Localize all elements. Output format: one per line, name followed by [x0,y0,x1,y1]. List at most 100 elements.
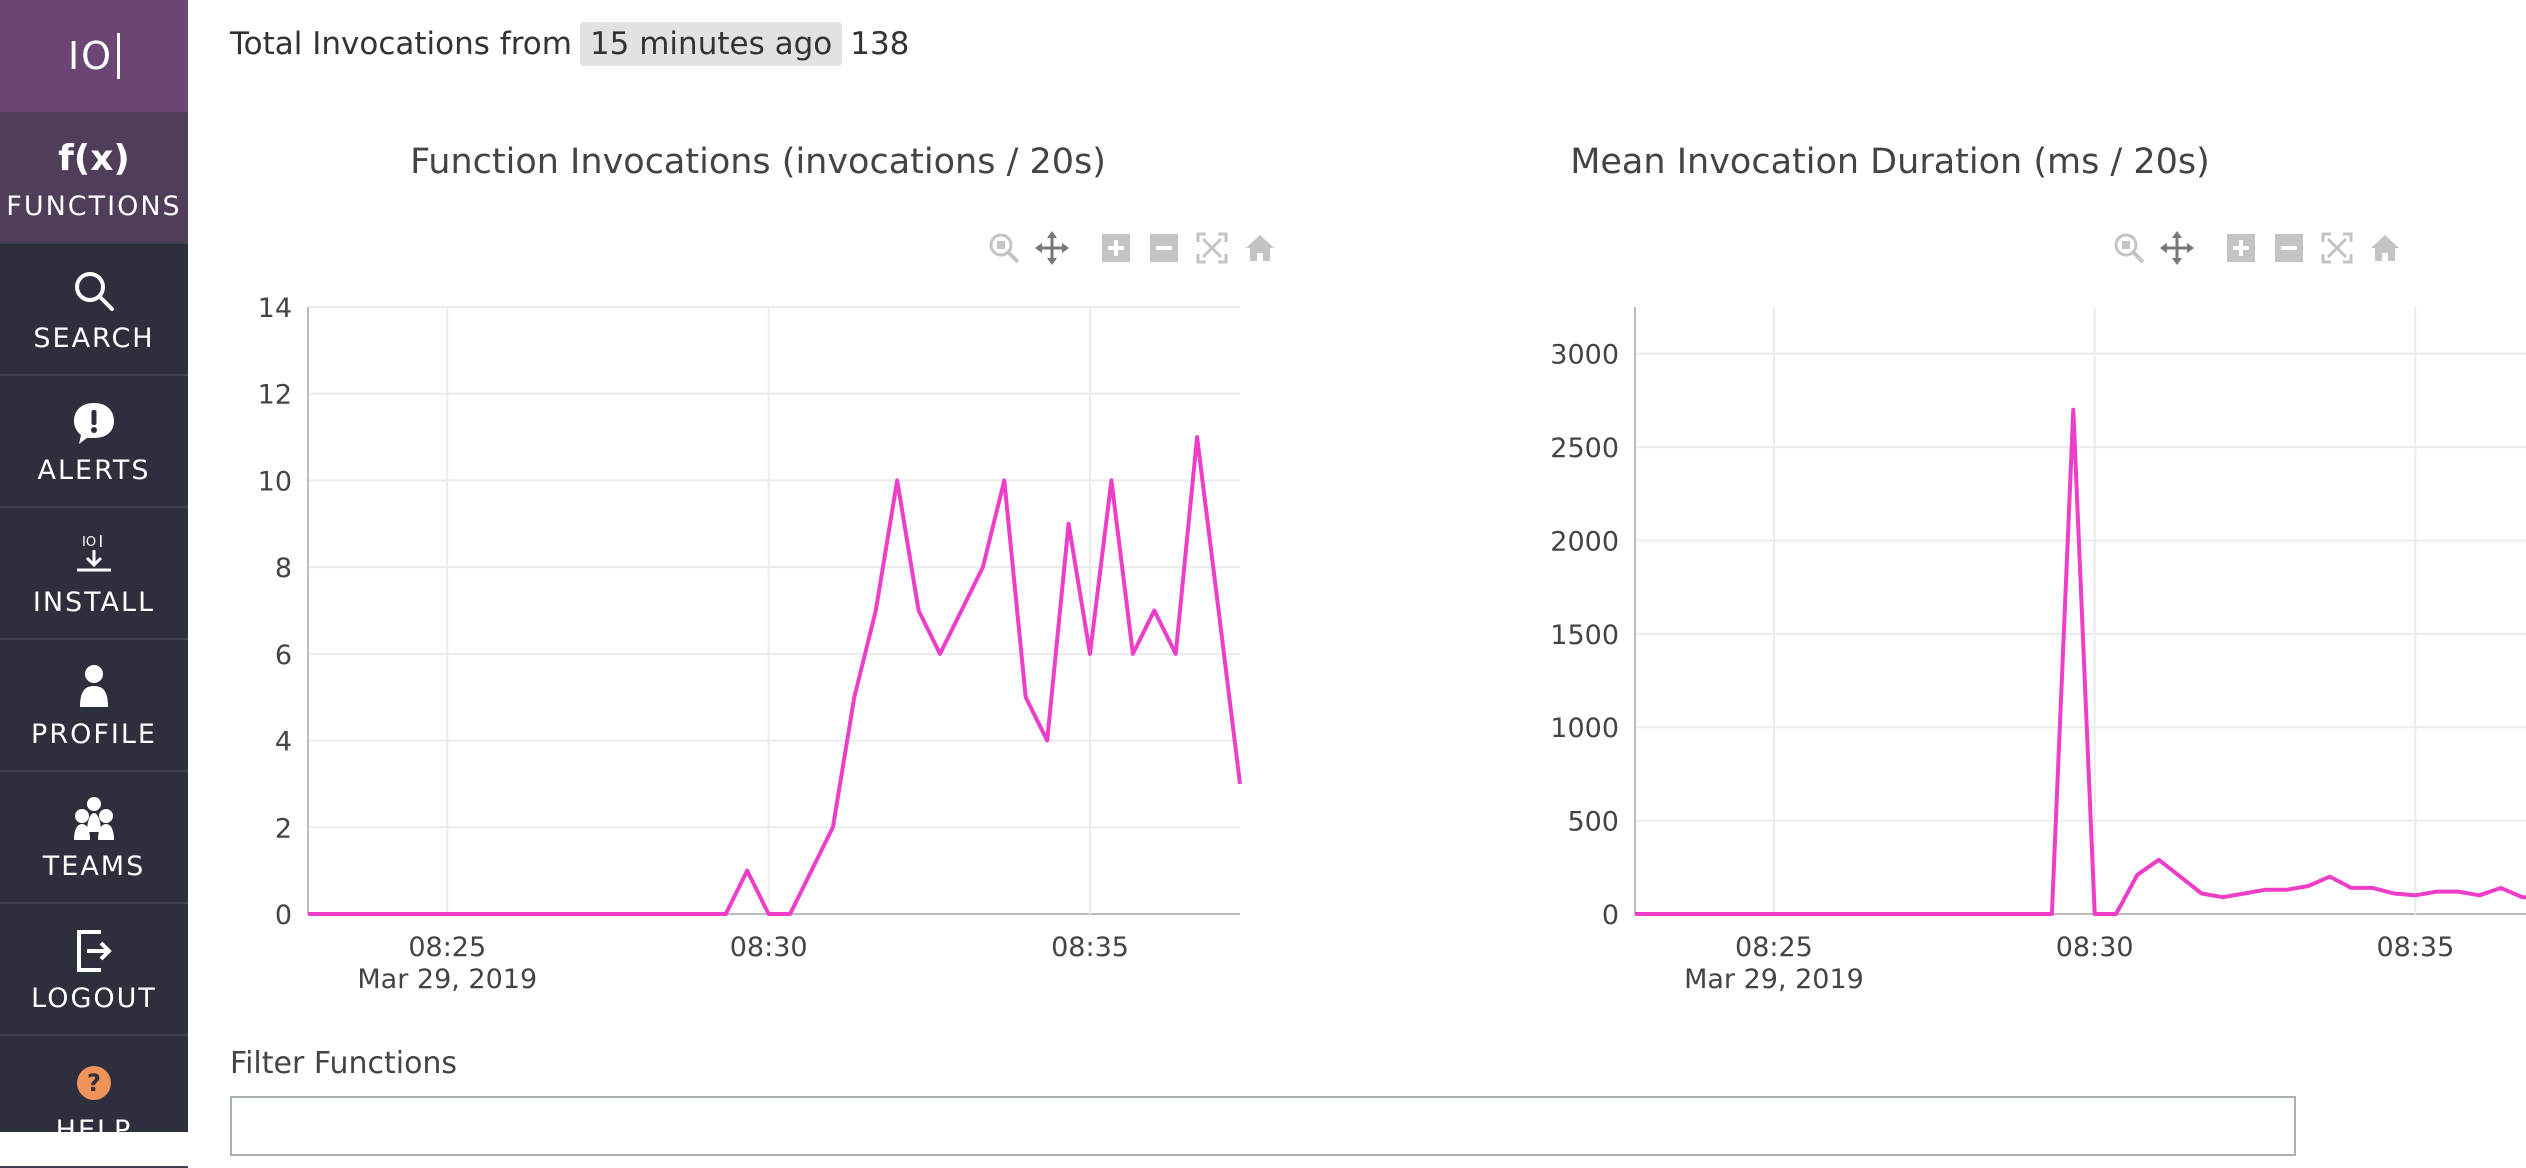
x-tick-label: 08:30 [2056,932,2134,963]
data-point[interactable] [2241,890,2247,896]
data-point[interactable] [958,608,964,614]
y-tick-label: 0 [1602,900,1619,931]
plot-area[interactable]: 0 500 1000 1500 2000 2500 3000 08:25Mar 29, 201… [1318,0,2526,1000]
data-point[interactable] [1173,651,1179,657]
invocations-chart: Function Invocations (invocations / 20s)… [188,0,1318,1000]
data-point[interactable] [2370,885,2376,891]
sidebar-item-teams[interactable]: TEAMS [0,772,188,904]
data-point[interactable] [2498,885,2504,891]
data-point[interactable] [2156,857,2162,863]
y-tick-label: 14 [258,293,292,324]
data-point[interactable] [2284,887,2290,893]
data-point[interactable] [1108,477,1114,483]
alert-icon [71,397,117,449]
sidebar-item-logout[interactable]: LOGOUT [0,904,188,1036]
data-point[interactable] [2455,889,2461,895]
data-point[interactable] [2412,892,2418,898]
filter-functions-input[interactable] [230,1096,2296,1156]
plot-area[interactable]: 0 2 4 6 8 10 12 14 08:25Mar 29, 2019 08:30 08:35 [188,0,1318,1000]
y-tick-label: 10 [258,466,292,497]
data-point[interactable] [980,564,986,570]
data-point[interactable] [1216,608,1222,614]
data-point[interactable] [1023,694,1029,700]
data-point[interactable] [2434,889,2440,895]
data-point[interactable] [787,911,793,917]
data-point[interactable] [2134,872,2140,878]
data-point[interactable] [2391,890,2397,896]
data-point[interactable] [916,608,922,614]
profile-icon [71,661,117,713]
data-point[interactable] [1044,738,1050,744]
help-icon: ? [74,1057,114,1109]
logout-icon [71,925,117,977]
svg-text:?: ? [87,1069,101,1097]
x-tick-label: 08:35 [2376,932,2454,963]
data-point[interactable] [851,694,857,700]
y-tick-label: 8 [275,553,292,584]
data-point[interactable] [2348,885,2354,891]
data-point[interactable] [744,868,750,874]
y-tick-label: 1000 [1550,713,1619,744]
sidebar-item-install[interactable]: IO INSTALL [0,508,188,640]
data-point[interactable] [2263,887,2269,893]
svg-text:IO: IO [82,535,96,550]
app-logo[interactable]: IO [0,0,188,112]
data-point[interactable] [1066,521,1072,527]
y-tick-label: 2 [275,813,292,844]
series-line [1635,407,2526,916]
data-point[interactable] [766,911,772,917]
data-point[interactable] [2476,892,2482,898]
x-date-label: Mar 29, 2019 [357,964,537,995]
data-point[interactable] [2220,894,2226,900]
data-point[interactable] [1087,651,1093,657]
data-point[interactable] [1237,781,1243,787]
function-icon: f(x) [58,138,130,179]
data-point[interactable] [1632,911,1638,917]
search-icon [72,265,116,317]
data-point[interactable] [305,911,311,917]
sidebar-item-label: FUNCTIONS [6,190,182,222]
data-point[interactable] [2177,874,2183,880]
x-tick-label: 08:25 [1735,932,1813,963]
sidebar-item-label: LOGOUT [31,982,157,1014]
sidebar: IO f(x) FUNCTIONS SEARCH ALERTS IO INSTA… [0,0,188,1168]
data-point[interactable] [2070,407,2076,413]
x-date-label: Mar 29, 2019 [1684,964,1864,995]
sidebar-item-alerts[interactable]: ALERTS [0,376,188,508]
data-point[interactable] [1194,434,1200,440]
sidebar-item-label: PROFILE [31,718,157,750]
sidebar-item-label: TEAMS [42,850,146,882]
y-tick-label: 2500 [1550,433,1619,464]
sidebar-item-help[interactable]: ? HELP [0,1036,188,1168]
y-tick-label: 6 [275,640,292,671]
data-point[interactable] [2113,911,2119,917]
data-point[interactable] [1001,477,1007,483]
data-point[interactable] [2305,883,2311,889]
data-point[interactable] [1130,651,1136,657]
data-point[interactable] [937,651,943,657]
filter-label: Filter Functions [230,1046,458,1081]
data-point[interactable] [2092,911,2098,917]
main-content: Total Invocations from 15 minutes ago 13… [188,0,2526,1156]
sidebar-item-label: SEARCH [33,322,155,354]
data-point[interactable] [2199,890,2205,896]
sidebar-item-functions[interactable]: f(x) FUNCTIONS [0,112,188,244]
data-point[interactable] [2519,894,2525,900]
data-point[interactable] [723,911,729,917]
data-point[interactable] [873,608,879,614]
data-point[interactable] [2327,874,2333,880]
x-tick-label: 08:25 [408,932,486,963]
sidebar-item-search[interactable]: SEARCH [0,244,188,376]
y-tick-label: 3000 [1550,340,1619,371]
sidebar-item-label: HELP [55,1114,133,1146]
data-point[interactable] [2049,911,2055,917]
data-point[interactable] [830,824,836,830]
data-point[interactable] [894,477,900,483]
data-point[interactable] [1151,608,1157,614]
data-point[interactable] [808,868,814,874]
sidebar-item-profile[interactable]: PROFILE [0,640,188,772]
x-tick-label: 08:30 [730,932,808,963]
y-tick-label: 0 [275,900,292,931]
duration-chart: Mean Invocation Duration (ms / 20s) 0 500… [1318,0,2526,1000]
logo-text: IO [67,34,114,78]
